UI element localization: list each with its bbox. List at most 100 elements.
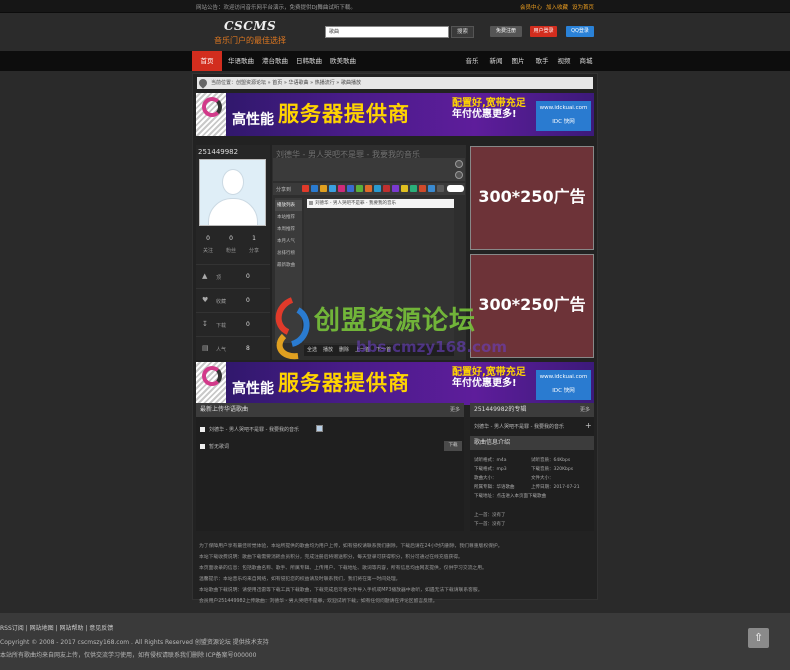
playlist-row[interactable]: 刘德华 - 男人哭吧不是罪 - 我要我的音乐 <box>307 199 454 208</box>
avatar[interactable] <box>199 159 266 226</box>
item-checkbox[interactable] <box>200 444 205 449</box>
next-song-button[interactable]: 下一首 <box>376 347 391 353</box>
share-sina-icon[interactable] <box>401 185 408 192</box>
user-row-like[interactable]: ▲ 顶 0 <box>196 264 270 288</box>
user-row-download[interactable]: ↧ 下载 0 <box>196 312 270 336</box>
nav-item-video[interactable]: 视频 <box>554 51 574 71</box>
nav-item-home[interactable]: 首页 <box>192 51 222 71</box>
share-copy-icon[interactable] <box>437 185 444 192</box>
banner-ad-middle[interactable]: 高性能 服务器提供商 配置好,宽带充足 年付优惠更多! www.idckuai.c… <box>196 362 594 405</box>
add-favorite-link[interactable]: 加入收藏 <box>546 3 568 11</box>
album-header: 251449982的专辑 更多 <box>470 403 594 417</box>
info-download-link[interactable]: 下载地址：点击进入本页面下载歌曲 <box>474 493 546 499</box>
search-input[interactable]: 歌曲 <box>325 26 449 38</box>
playlist-tab-month[interactable]: 本月人气 <box>275 236 302 247</box>
share-douban-icon[interactable] <box>347 185 354 192</box>
info-download-quality: 下载音质：320Kbps <box>531 467 574 472</box>
player-search-input[interactable] <box>447 185 464 192</box>
register-button[interactable]: 免费注册 <box>490 26 522 37</box>
description-line: 会员用户251449982上传歌曲：刘德华 - 男人哭吧不是罪，欢迎试听下载，如… <box>199 599 438 604</box>
info-download-format: 下载格式：mp3 <box>474 467 507 472</box>
user-id[interactable]: 251449982 <box>198 148 238 156</box>
nav-item-music[interactable]: 音乐 <box>462 51 482 71</box>
share-qzone-icon[interactable] <box>311 185 318 192</box>
album-item[interactable]: 刘德华 - 男人哭吧不是罪 - 我要我的音乐 <box>474 423 564 430</box>
nav-item-hktw[interactable]: 港台歌曲 <box>260 51 290 71</box>
nav-item-singers[interactable]: 歌手 <box>532 51 552 71</box>
user-row-favorite[interactable]: ♥ 收藏 0 <box>196 288 270 312</box>
next-song-link[interactable]: 下一首：没有了 <box>474 521 506 527</box>
site-slogan: 音乐门户的最佳选择 <box>214 36 286 45</box>
ad-slot-1[interactable]: 300*250广告位 <box>470 146 594 306</box>
player-settings-icon[interactable] <box>455 160 463 168</box>
banner-prefix: 高性能 <box>232 112 274 128</box>
share-baidu-icon[interactable] <box>365 185 372 192</box>
prev-song-button[interactable]: 上一首 <box>355 347 370 353</box>
share-email-icon[interactable] <box>428 185 435 192</box>
ad-slot-2[interactable]: 300*250广告位 <box>470 254 594 414</box>
share-label: 分享到 <box>276 187 292 193</box>
banner-logo-icon <box>202 366 222 386</box>
select-all-button[interactable]: 全选 <box>307 347 317 353</box>
plus-icon[interactable]: + <box>585 421 592 430</box>
description-line: 本站下载收费说明：歌曲下载需要消耗会员积分，完成注册后将赠送积分，每天登录可获得… <box>199 555 463 560</box>
footer-note: 本站所有歌曲均来自网友上传，仅供交流学习使用，如有侵权请联系我们删除 ICP备案… <box>0 652 257 659</box>
share-netease-icon[interactable] <box>383 185 390 192</box>
playlist-tab-current[interactable]: 播放列表 <box>275 200 302 211</box>
nav-item-shop[interactable]: 商城 <box>576 51 596 71</box>
banner-ad-top[interactable]: 高性能 服务器提供商 配置好,宽带充足 年付优惠更多! www.idckuai.c… <box>196 93 594 136</box>
login-button[interactable]: 用户登录 <box>530 26 557 37</box>
description-line: 本页面收录的信息：包括歌曲名称、歌手、所属专辑、上传用户、下载地址、歌词等内容，… <box>199 566 487 571</box>
playlist-tab-week[interactable]: 本周推荐 <box>275 224 302 235</box>
set-homepage-link[interactable]: 设为首页 <box>572 3 594 11</box>
share-renren-icon[interactable] <box>320 185 327 192</box>
play-small-icon[interactable] <box>316 425 323 432</box>
heart-icon: ♥ <box>202 296 209 304</box>
info-song-size: 歌曲大小： <box>474 476 497 481</box>
nav-item-jpkr[interactable]: 日韩歌曲 <box>294 51 324 71</box>
search-button[interactable]: 搜索 <box>451 26 474 38</box>
item-checkbox[interactable] <box>200 427 205 432</box>
qq-login-button[interactable]: QQ登录 <box>566 26 594 37</box>
chart-icon: ▤ <box>202 344 209 352</box>
nav-item-chinese[interactable]: 华语歌曲 <box>226 51 256 71</box>
user-row-popularity[interactable]: ▤ 人气 8 <box>196 336 270 360</box>
share-sohu-icon[interactable] <box>392 185 399 192</box>
nav-item-news[interactable]: 新闻 <box>486 51 506 71</box>
share-weibo-icon[interactable] <box>302 185 309 192</box>
member-center-link[interactable]: 会员中心 <box>520 3 542 11</box>
download-button[interactable]: 下载 <box>444 441 462 451</box>
site-logo[interactable]: CSCMS <box>224 19 276 33</box>
share-wechat-icon[interactable] <box>356 185 363 192</box>
banner-brand-box: www.idckuai.com IDC 快网 <box>536 370 591 400</box>
list-item[interactable]: 暂无歌词 <box>200 443 229 450</box>
share-more-icon[interactable] <box>419 185 426 192</box>
stat-share-label: 分享 <box>248 248 259 254</box>
nav-item-pictures[interactable]: 图片 <box>508 51 528 71</box>
arrow-up-icon[interactable]: ⇧ <box>748 628 769 648</box>
album-more-link[interactable]: 更多 <box>580 403 590 417</box>
nav-item-western[interactable]: 欧美歌曲 <box>328 51 358 71</box>
share-qq-icon[interactable] <box>374 185 381 192</box>
site-notice: 网站公告：欢迎访问音乐网平台演示，免费提供DJ舞曲试听下载。 <box>196 5 356 11</box>
footer-links[interactable]: RSS订阅 | 网站地图 | 网站帮助 | 意见反馈 <box>0 623 113 632</box>
playlist-tab-recommend[interactable]: 本站推荐 <box>275 212 302 223</box>
share-tqq-icon[interactable] <box>329 185 336 192</box>
latest-uploads-more-link[interactable]: 更多 <box>450 403 460 417</box>
playlist-tab-total[interactable]: 总排行榜 <box>275 248 302 259</box>
play-button[interactable]: 播放 <box>323 347 333 353</box>
list-item[interactable]: 刘德华 - 男人哭吧不是罪 - 我要我的音乐 <box>200 426 299 433</box>
main-nav: 首页 华语歌曲 港台歌曲 日韩歌曲 欧美歌曲 音乐 新闻 图片 歌手 视频 商城 <box>0 51 790 71</box>
delete-button[interactable]: 删除 <box>339 347 349 353</box>
stat-fans-label: 粉丝 <box>225 248 236 254</box>
share-tieba-icon[interactable] <box>410 185 417 192</box>
share-kaixin-icon[interactable] <box>338 185 345 192</box>
playlist-tab-newest[interactable]: 最新歌曲 <box>275 260 302 271</box>
prev-song-link[interactable]: 上一首：没有了 <box>474 512 506 518</box>
info-file-size: 文件大小： <box>531 476 554 481</box>
info-upload-date: 上传日期：2017-07-21 <box>531 485 580 490</box>
breadcrumb: 当前位置：创盟资源论坛 » 首页 » 华语歌曲 » 热播流行 » 歌曲播放 <box>197 77 593 89</box>
player-volume-icon[interactable] <box>455 171 463 179</box>
banner-prefix: 高性能 <box>232 381 274 397</box>
playlist-row-checkbox[interactable] <box>309 201 313 205</box>
